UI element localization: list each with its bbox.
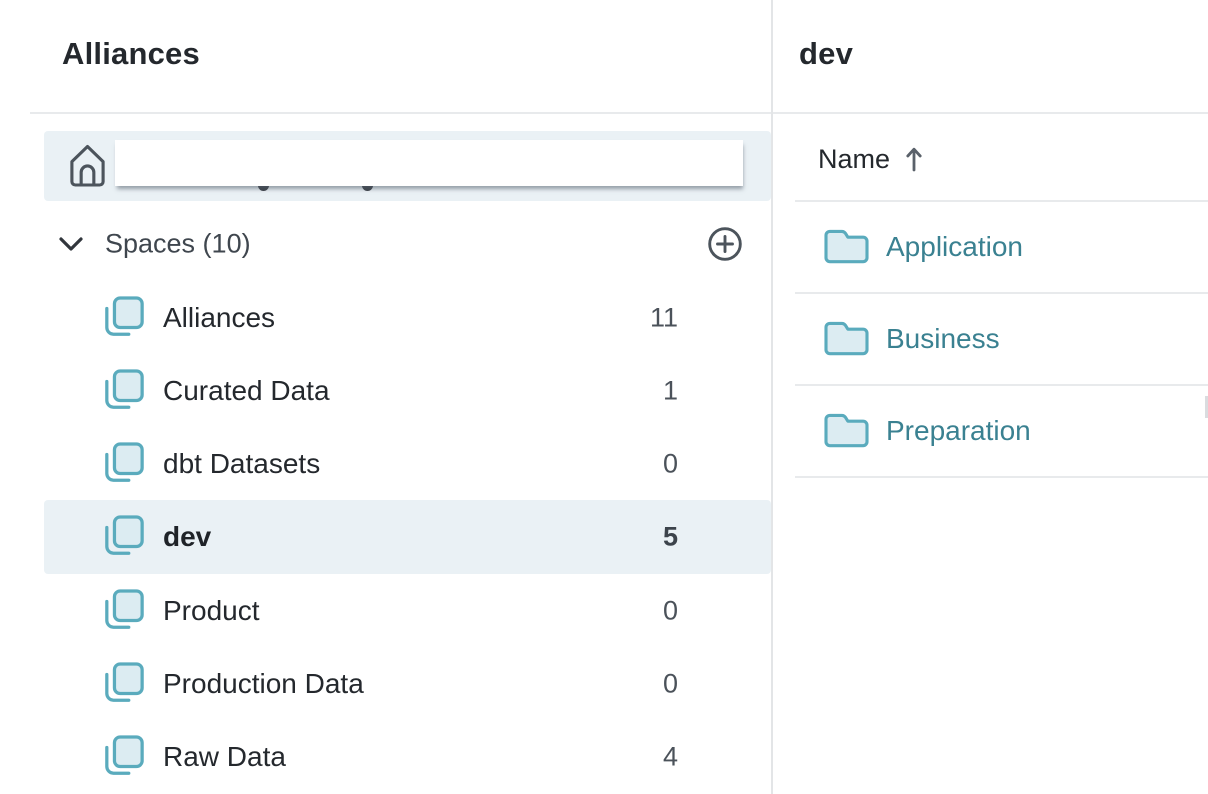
space-icon — [103, 369, 145, 413]
sidebar-item-raw-data[interactable]: Raw Data 4 — [44, 720, 771, 793]
folder-row-preparation[interactable]: Preparation — [795, 386, 1208, 478]
folder-icon — [823, 227, 870, 268]
space-icon — [103, 589, 145, 633]
space-item-label: Product — [163, 595, 260, 627]
folder-icon — [823, 319, 870, 360]
space-item-label: Production Data — [163, 668, 364, 700]
space-item-count: 0 — [663, 668, 678, 699]
space-item-count: 0 — [663, 595, 678, 626]
folder-link: Application — [886, 231, 1023, 263]
space-icon — [103, 442, 145, 486]
space-icon — [103, 662, 145, 706]
space-item-label: Alliances — [163, 302, 275, 334]
folder-link: Business — [886, 323, 1000, 355]
panel-divider — [771, 0, 773, 794]
sidebar-item-dev[interactable]: dev 5 — [44, 500, 771, 574]
space-item-count: 11 — [650, 302, 678, 333]
redacted-overlay — [115, 140, 743, 186]
sidebar-item-product[interactable]: Product 0 — [44, 574, 771, 647]
folder-row-business[interactable]: Business — [795, 294, 1208, 386]
space-item-label: Raw Data — [163, 741, 286, 773]
column-header-label: Name — [818, 144, 890, 175]
home-breadcrumb-row[interactable] — [44, 131, 771, 201]
space-icon — [103, 515, 145, 559]
spaces-section-label: Spaces (10) — [105, 229, 251, 260]
sidebar-title: Alliances — [62, 36, 200, 72]
folder-link: Preparation — [886, 415, 1031, 447]
workspace-app: Alliances Spaces (10) Alliances 11 Curat… — [0, 0, 1208, 794]
add-space-button[interactable] — [707, 226, 743, 262]
sidebar-item-curated-data[interactable]: Curated Data 1 — [44, 354, 771, 427]
plus-circle-icon — [707, 226, 743, 262]
column-header-name[interactable]: Name — [818, 131, 923, 187]
sidebar-title-divider — [30, 112, 771, 114]
chevron-down-icon[interactable] — [58, 236, 84, 253]
space-item-label: dbt Datasets — [163, 448, 320, 480]
page-title: dev — [799, 36, 853, 72]
home-icon — [68, 142, 107, 189]
space-item-count: 4 — [663, 741, 678, 772]
arrow-up-icon — [905, 145, 923, 173]
spaces-section-header: Spaces (10) — [44, 207, 771, 281]
space-icon — [103, 735, 145, 779]
space-icon — [103, 296, 145, 340]
folder-row-application[interactable]: Application — [795, 202, 1208, 294]
space-item-count: 1 — [663, 375, 678, 406]
sidebar-item-production-data[interactable]: Production Data 0 — [44, 647, 771, 720]
main-title-divider — [773, 112, 1208, 114]
folder-icon — [823, 411, 870, 452]
sidebar-item-alliances[interactable]: Alliances 11 — [44, 281, 771, 354]
space-item-count: 5 — [663, 522, 678, 553]
space-item-label: Curated Data — [163, 375, 330, 407]
sidebar-item-dbt-datasets[interactable]: dbt Datasets 0 — [44, 427, 771, 500]
space-item-label: dev — [163, 521, 211, 553]
space-item-count: 0 — [663, 448, 678, 479]
